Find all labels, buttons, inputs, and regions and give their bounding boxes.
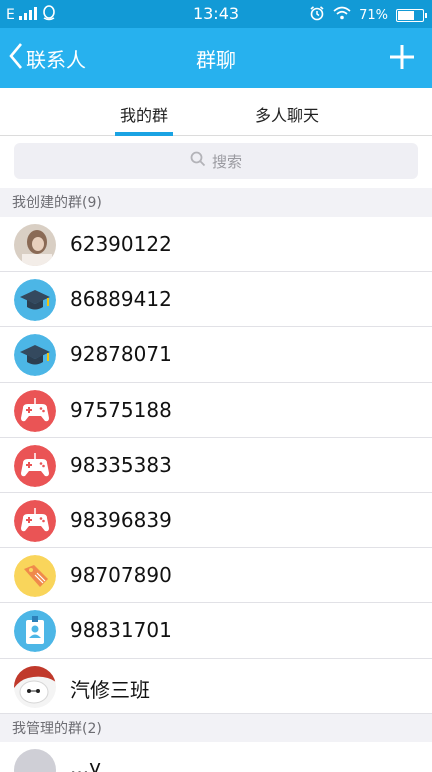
wifi-icon (333, 6, 351, 24)
robot-avatar (14, 665, 56, 708)
battery-percent: 71% (359, 7, 388, 23)
section-header-created: 我创建的群(9) (0, 188, 432, 218)
battery-icon (396, 8, 427, 22)
group-name: 86889412 (70, 287, 172, 312)
list-item[interactable]: 98831701 (0, 603, 432, 659)
page-title: 群聊 (196, 48, 236, 72)
list-item[interactable]: 86889412 (0, 272, 432, 328)
tab-my-groups[interactable]: 我的群 (120, 102, 168, 126)
graduation-cap-icon (14, 334, 56, 377)
section-header-managed: 我管理的群(2) (0, 714, 432, 744)
list-item[interactable]: 97575188 (0, 382, 432, 438)
plus-icon (386, 45, 418, 77)
group-name: 62390122 (70, 232, 172, 256)
group-name: 97575188 (70, 397, 172, 422)
tab-bar: 我的群 多人聊天 (0, 88, 432, 136)
group-name: 98335383 (70, 452, 172, 477)
list-item[interactable]: 98707890 (0, 548, 432, 604)
add-button[interactable] (386, 41, 418, 73)
group-name: 98707890 (70, 563, 172, 588)
photo-avatar (14, 224, 56, 266)
group-name: 98396839 (70, 507, 172, 532)
graduation-cap-icon (14, 279, 56, 322)
battery-fill (398, 10, 414, 20)
status-bar: E 13:43 71% (0, 0, 432, 28)
search-container: 搜索 (0, 136, 432, 188)
list-item[interactable]: 92878071 (0, 327, 432, 383)
gamepad-icon (14, 444, 56, 487)
search-input[interactable]: 搜索 (14, 143, 418, 179)
id-badge-icon (14, 610, 56, 653)
group-name: 98831701 (70, 618, 172, 643)
search-icon (190, 151, 206, 171)
list-item[interactable]: 62390122 (0, 217, 432, 273)
alarm-icon (309, 5, 325, 25)
group-name: 汽修三班 (70, 677, 150, 702)
photo-avatar (14, 749, 56, 772)
group-name: ...y (70, 755, 101, 772)
tab-multi-chat[interactable]: 多人聊天 (255, 102, 319, 126)
group-name: 92878071 (70, 342, 172, 367)
price-tag-icon (14, 555, 56, 598)
gamepad-icon (14, 389, 56, 432)
search-placeholder: 搜索 (211, 152, 242, 171)
list-item[interactable]: 98396839 (0, 492, 432, 549)
status-right: 71% (309, 5, 427, 25)
gamepad-icon (14, 499, 56, 542)
navigation-bar: 联系人 群聊 (0, 28, 432, 88)
list-item[interactable]: 汽修三班 (0, 658, 432, 714)
group-list: 62390122 86889412 92878071 97575188 9833… (0, 217, 432, 714)
list-item[interactable]: 98335383 (0, 437, 432, 493)
